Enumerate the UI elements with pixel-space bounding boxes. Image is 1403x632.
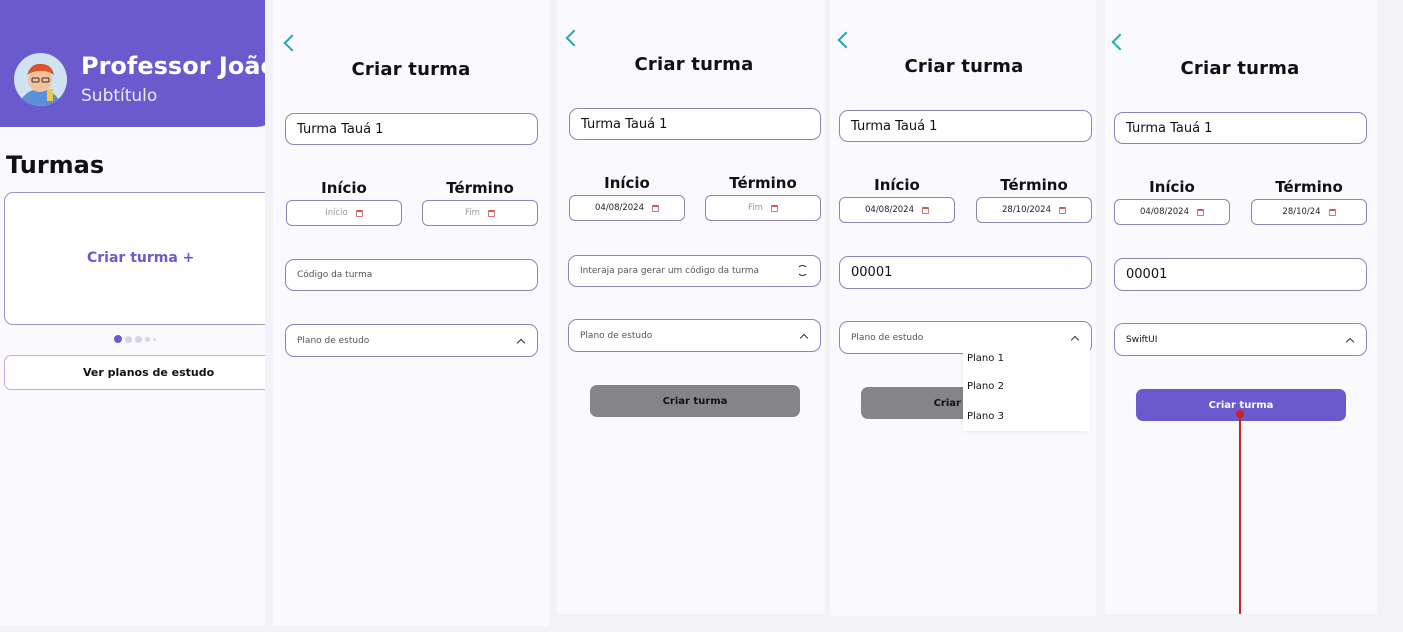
- start-date-field[interactable]: 04/08/2024: [1114, 199, 1230, 225]
- page-title: Criar turma: [904, 56, 1024, 77]
- end-date-value: Fim: [465, 208, 480, 218]
- end-date-field[interactable]: 28/10/24: [1251, 199, 1367, 225]
- study-plan-select[interactable]: SwiftUI: [1114, 323, 1367, 356]
- carousel-dot-active: [114, 335, 122, 343]
- calendar-icon[interactable]: [770, 204, 778, 212]
- flow-connector-dot: [1236, 410, 1244, 418]
- header-title: Professor João: [81, 52, 265, 80]
- start-date-value: 04/08/2024: [1140, 207, 1189, 217]
- avatar[interactable]: [14, 53, 67, 106]
- end-label: Término: [446, 179, 514, 197]
- back-arrow-icon[interactable]: [837, 31, 855, 49]
- study-plan-select[interactable]: Plano de estudo: [568, 319, 821, 352]
- end-date-value: Fim: [748, 203, 763, 213]
- end-date-field[interactable]: 28/10/2024: [976, 197, 1092, 223]
- carousel-dot: [145, 336, 150, 342]
- dropdown-option[interactable]: Plano 1: [967, 353, 1004, 364]
- start-date-field[interactable]: Início: [286, 200, 402, 226]
- dropdown-option[interactable]: Plano 3: [967, 411, 1004, 422]
- class-code-field[interactable]: 00001: [1114, 258, 1367, 291]
- start-date-value: Início: [325, 208, 348, 218]
- flow-connector-line: [1239, 412, 1241, 614]
- chevron-up-icon: [516, 338, 526, 348]
- create-class-screen-ready: Criar turma Turma Tauá 1 Início Término …: [1105, 0, 1377, 614]
- create-class-screen-start-date: Criar turma Turma Tauá 1 Início Término …: [557, 0, 825, 614]
- study-plan-value: Plano de estudo: [851, 332, 924, 343]
- calendar-icon[interactable]: [1059, 206, 1066, 214]
- start-label: Início: [874, 176, 920, 194]
- study-plan-value: Plano de estudo: [297, 335, 370, 346]
- study-plan-value: SwiftUI: [1126, 334, 1158, 345]
- study-plan-select[interactable]: Plano de estudo: [285, 324, 538, 357]
- create-class-card-label: Criar turma +: [87, 250, 195, 266]
- chevron-up-icon: [1345, 337, 1355, 347]
- class-name-field[interactable]: Turma Tauá 1: [285, 113, 538, 145]
- header-subtitle: Subtítulo: [81, 86, 158, 106]
- page-title: Criar turma: [634, 54, 754, 75]
- class-code-field[interactable]: Código da turma: [285, 259, 538, 291]
- study-plans-button-label: Ver planos de estudo: [83, 366, 215, 379]
- end-date-value: 28/10/2024: [1002, 205, 1051, 215]
- class-code-value: Interaja para gerar um código da turma: [580, 266, 760, 276]
- end-date-value: 28/10/24: [1282, 207, 1321, 217]
- start-date-field[interactable]: 04/08/2024: [569, 195, 685, 221]
- start-label: Início: [1149, 178, 1195, 196]
- page-title: Criar turma: [351, 59, 471, 80]
- calendar-icon[interactable]: [487, 209, 495, 217]
- carousel-dot: [153, 337, 156, 341]
- section-title: Turmas: [6, 151, 105, 179]
- calendar-icon[interactable]: [1197, 208, 1204, 216]
- calendar-icon[interactable]: [652, 204, 659, 212]
- carousel-indicator[interactable]: [114, 335, 156, 343]
- class-name-field[interactable]: Turma Tauá 1: [569, 108, 821, 140]
- refresh-icon[interactable]: [797, 265, 808, 276]
- carousel-dot: [135, 335, 142, 343]
- home-screen: Professor João Subtítulo Turmas Criar tu…: [0, 0, 265, 626]
- class-code-field[interactable]: Interaja para gerar um código da turma: [568, 255, 821, 287]
- carousel-dot: [125, 335, 132, 343]
- calendar-icon[interactable]: [922, 206, 929, 214]
- dropdown-option[interactable]: Plano 2: [967, 381, 1004, 392]
- back-arrow-icon[interactable]: [1111, 33, 1129, 51]
- page-title: Criar turma: [1180, 58, 1300, 79]
- start-date-field[interactable]: 04/08/2024: [839, 197, 955, 223]
- end-label: Término: [729, 174, 797, 192]
- back-arrow-icon[interactable]: [565, 29, 583, 47]
- end-label: Término: [1275, 178, 1343, 196]
- start-date-value: 04/08/2024: [595, 203, 644, 213]
- class-name-field[interactable]: Turma Tauá 1: [839, 110, 1092, 142]
- end-label: Término: [1000, 176, 1068, 194]
- calendar-icon[interactable]: [1328, 208, 1336, 216]
- start-label: Início: [604, 174, 650, 192]
- class-name-field[interactable]: Turma Tauá 1: [1114, 112, 1367, 144]
- calendar-icon[interactable]: [355, 209, 363, 217]
- start-date-value: 04/08/2024: [865, 205, 914, 215]
- chevron-up-icon: [799, 333, 809, 343]
- create-class-screen-empty: Criar turma Turma Tauá 1 Início Término …: [273, 0, 550, 626]
- end-date-field[interactable]: Fim: [705, 195, 821, 221]
- create-class-card[interactable]: Criar turma +: [4, 192, 265, 325]
- chevron-up-icon: [1070, 335, 1080, 345]
- create-class-screen-dropdown: Criar turma Turma Tauá 1 Início Término …: [830, 0, 1096, 616]
- start-label: Início: [321, 179, 367, 197]
- create-class-button[interactable]: Criar turma: [590, 385, 800, 417]
- end-date-field[interactable]: Fim: [422, 200, 538, 226]
- study-plan-dropdown-menu: Plano 1 Plano 2 Plano 3: [963, 345, 1090, 431]
- class-code-field[interactable]: 00001: [839, 256, 1092, 289]
- profile-header: Professor João Subtítulo: [0, 0, 265, 127]
- study-plan-value: Plano de estudo: [580, 330, 653, 341]
- study-plans-button[interactable]: Ver planos de estudo: [4, 355, 265, 390]
- back-arrow-icon[interactable]: [283, 34, 301, 52]
